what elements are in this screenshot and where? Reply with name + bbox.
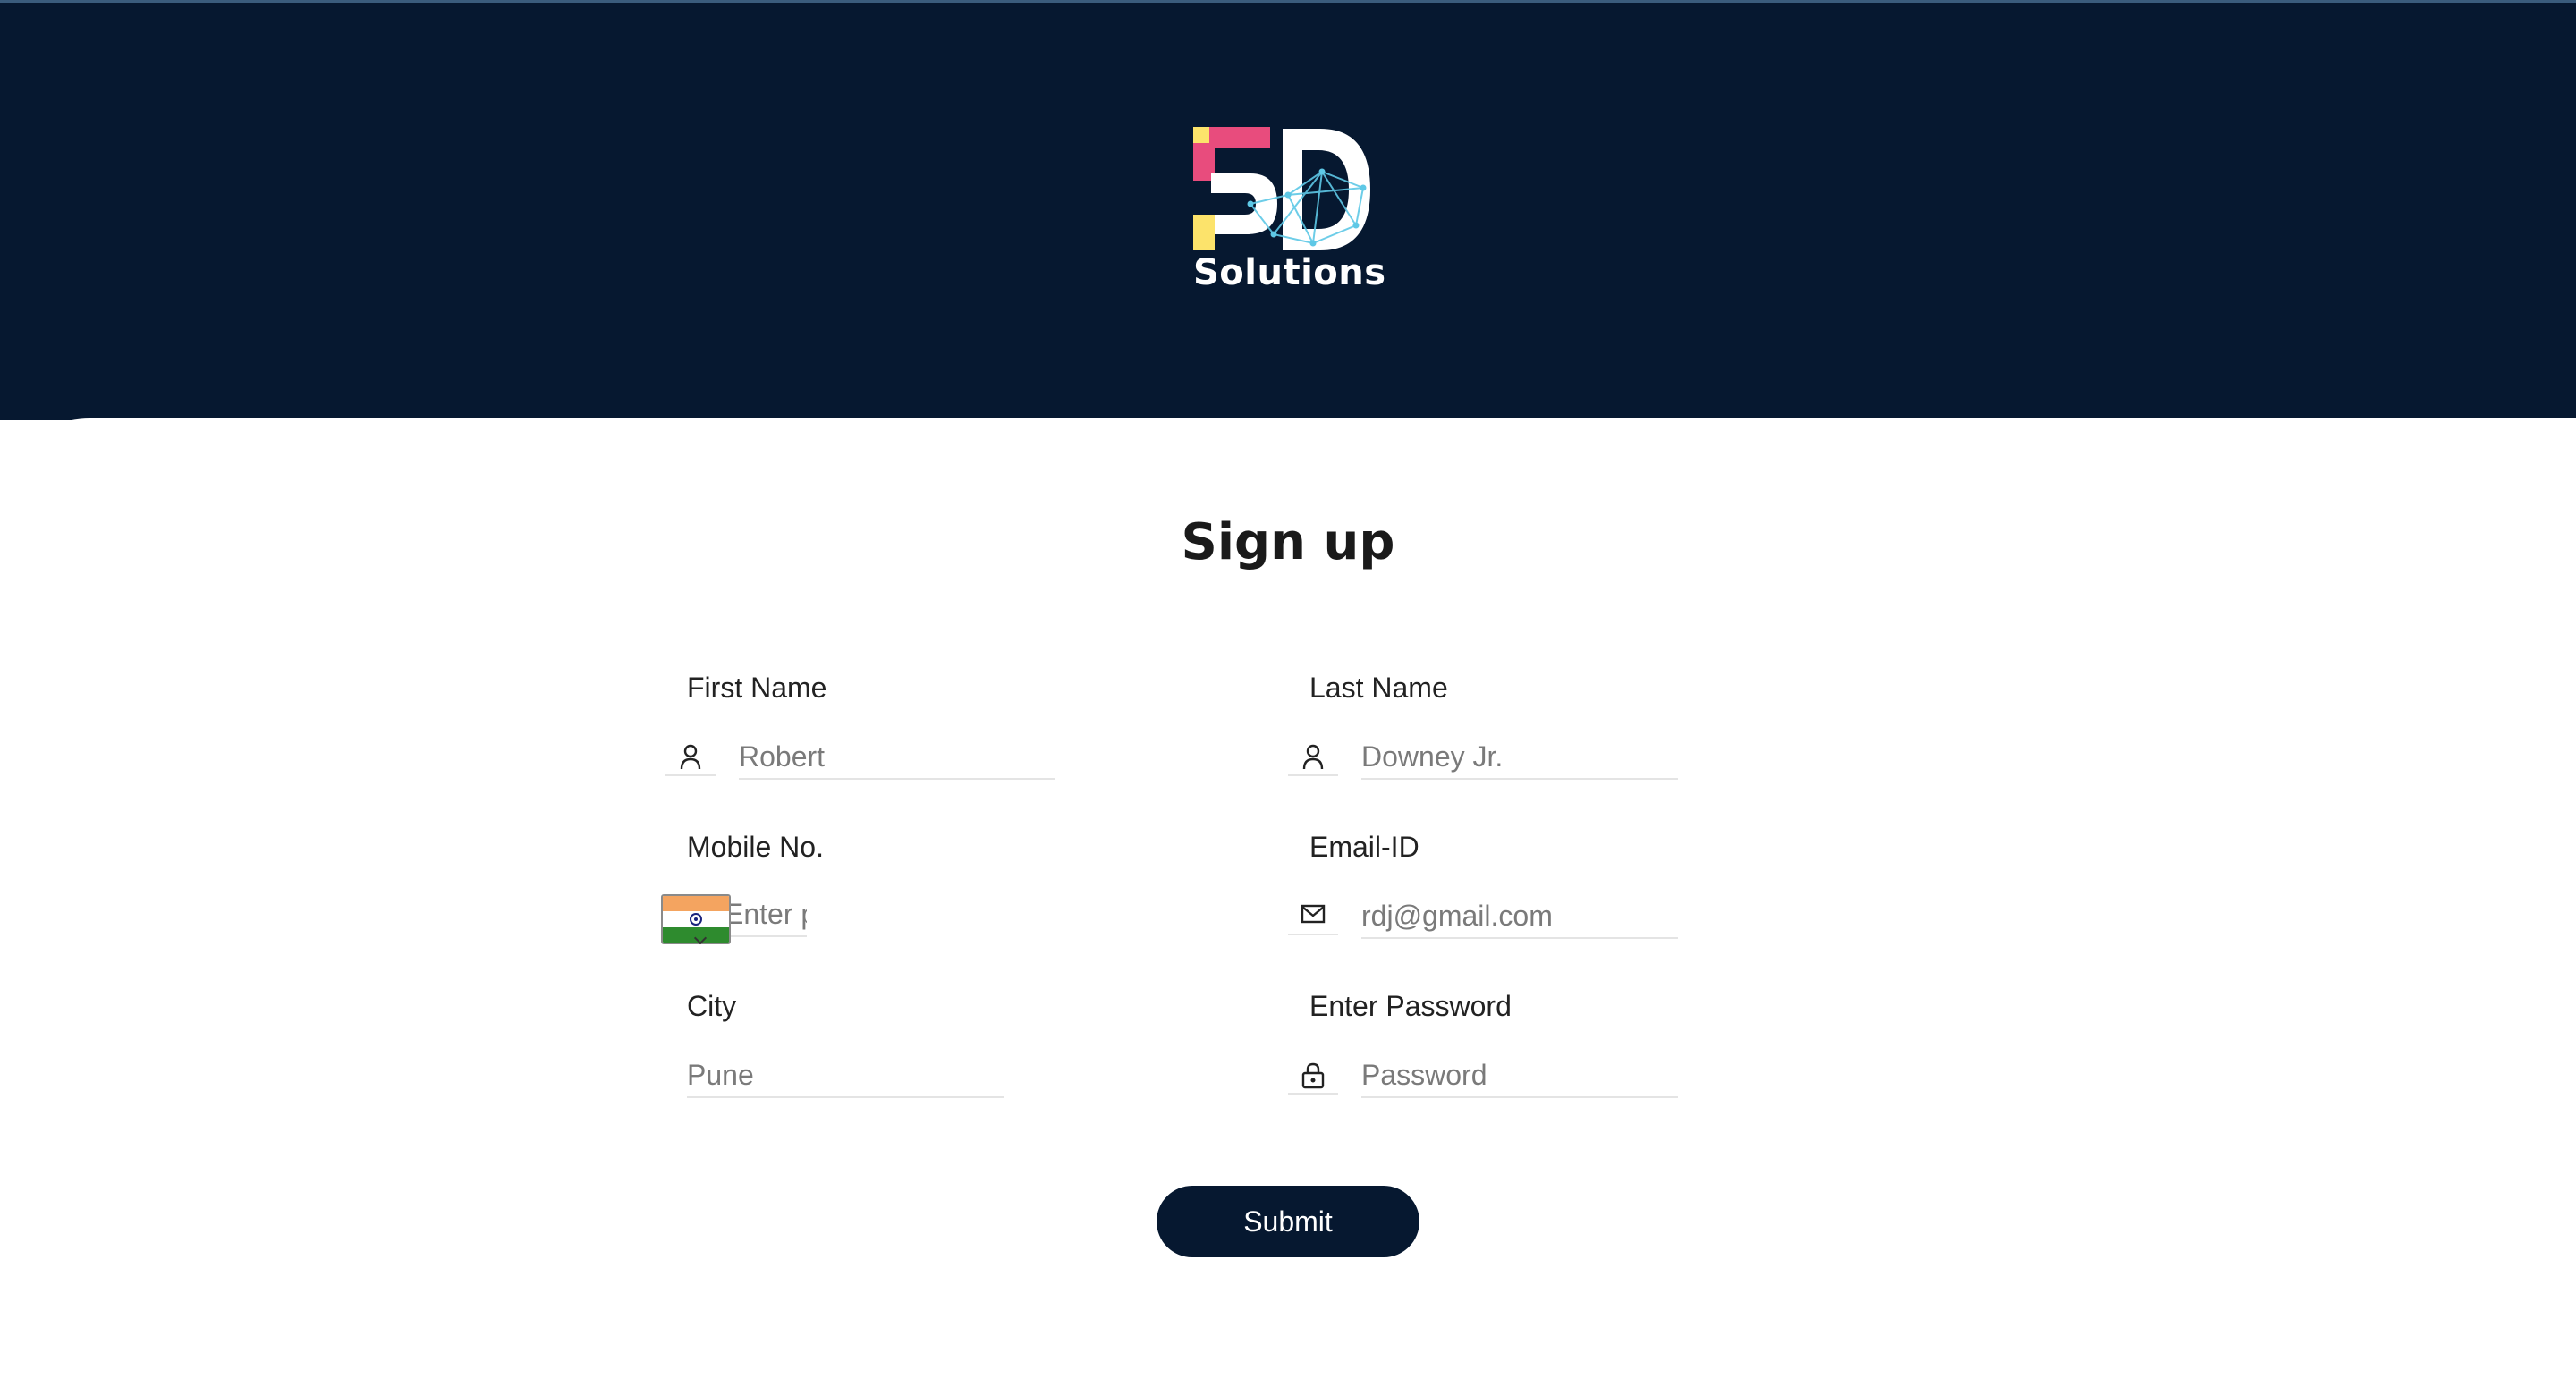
last-name-label: Last Name: [1309, 672, 1448, 704]
mobile-label: Mobile No.: [687, 831, 824, 863]
user-icon: [1302, 744, 1324, 770]
submit-button[interactable]: Submit: [1157, 1186, 1419, 1257]
password-label: Enter Password: [1309, 990, 1512, 1022]
mobile-input[interactable]: [724, 892, 807, 937]
lock-icon: [1301, 1062, 1325, 1089]
5d-logo-icon: [1193, 127, 1370, 250]
first-name-input[interactable]: [739, 735, 1055, 780]
password-input[interactable]: [1361, 1053, 1678, 1098]
brand-name: Solutions: [1193, 252, 1386, 293]
user-icon: [680, 744, 701, 770]
top-divider: [0, 0, 2576, 3]
email-label: Email-ID: [1309, 831, 1419, 863]
flag-saffron-band: [663, 896, 729, 912]
flag-white-band: [663, 911, 729, 927]
first-name-label: First Name: [687, 672, 827, 704]
chakra-icon: [690, 912, 702, 926]
email-icon-wrap: [1288, 903, 1338, 935]
brand-logo: Solutions: [1188, 118, 1394, 315]
last-name-input[interactable]: [1361, 735, 1678, 780]
page-title: Sign up: [1181, 513, 1395, 571]
mail-icon: [1301, 904, 1326, 924]
first-name-icon-wrap: [665, 744, 716, 776]
city-input[interactable]: [687, 1053, 1004, 1098]
password-icon-wrap: [1288, 1062, 1338, 1095]
email-input[interactable]: [1361, 894, 1678, 939]
last-name-icon-wrap: [1288, 744, 1338, 776]
city-label: City: [687, 990, 737, 1022]
